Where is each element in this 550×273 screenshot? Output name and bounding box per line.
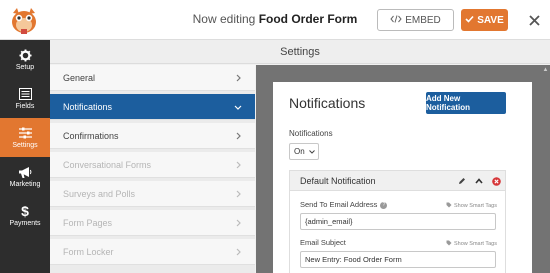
send-to-email-input[interactable]: {admin_email} <box>300 213 496 230</box>
megaphone-icon <box>18 165 32 179</box>
title-prefix: Now editing <box>192 12 256 26</box>
settings-nav-form-locker[interactable]: Form Locker <box>50 239 255 265</box>
embed-button[interactable]: EMBED <box>377 9 454 31</box>
builder-sidebar: Setup Fields Settings Marketing $ Paymen… <box>0 40 50 273</box>
notification-name: Default Notification <box>300 176 376 186</box>
settings-nav: General Notifications Confirmations Conv… <box>50 65 255 273</box>
fields-list-icon <box>18 87 32 101</box>
show-smart-tags-link[interactable]: Show Smart Tags <box>446 240 497 248</box>
notifications-select[interactable]: On <box>289 143 319 160</box>
panel-title: Settings <box>50 40 550 64</box>
sidebar-item-fields[interactable]: Fields <box>0 79 50 118</box>
settings-nav-surveys-and-polls[interactable]: Surveys and Polls <box>50 181 255 207</box>
settings-nav-form-pages[interactable]: Form Pages <box>50 210 255 236</box>
scroll-up-arrow-icon[interactable]: ▲ <box>542 66 549 74</box>
sidebar-item-settings[interactable]: Settings <box>0 118 50 157</box>
nav-label: Notifications <box>63 101 113 112</box>
settings-nav-confirmations[interactable]: Confirmations <box>50 123 255 149</box>
show-smart-tags-link[interactable]: Show Smart Tags <box>446 202 497 210</box>
chevron-up-icon[interactable] <box>474 175 484 187</box>
nav-label: Conversational Forms <box>63 159 152 170</box>
chevron-down-icon <box>233 101 243 113</box>
email-subject-label: Email Subject <box>300 238 346 247</box>
top-bar: Now editing Food Order Form EMBED SAVE <box>0 0 550 40</box>
save-button[interactable]: SAVE <box>461 9 508 31</box>
tag-icon <box>446 202 452 210</box>
notifications-toggle-label: Notifications <box>289 129 333 138</box>
check-icon <box>465 15 474 26</box>
wpforms-logo-icon <box>4 3 44 37</box>
sidebar-label: Settings <box>12 142 38 149</box>
sidebar-item-setup[interactable]: Setup <box>0 40 50 79</box>
sidebar-label: Marketing <box>9 181 41 188</box>
chevron-right-icon <box>233 217 243 229</box>
embed-label: EMBED <box>405 14 441 26</box>
nav-label: Surveys and Polls <box>63 188 136 199</box>
send-to-label-text: Send To Email Address <box>300 200 378 209</box>
sidebar-label: Payments <box>9 220 41 227</box>
nav-label: Form Pages <box>63 217 113 228</box>
chevron-right-icon <box>233 159 243 171</box>
chevron-right-icon <box>233 130 243 142</box>
nav-label: General <box>63 72 96 83</box>
default-notification: Default Notification Send To Email Addre… <box>289 170 506 273</box>
settings-nav-general[interactable]: General <box>50 65 255 91</box>
dollar-icon: $ <box>21 203 29 219</box>
pencil-icon[interactable] <box>457 175 467 187</box>
tag-icon <box>446 240 452 248</box>
chevron-right-icon <box>233 188 243 200</box>
chevron-down-icon <box>308 147 315 156</box>
email-subject-input[interactable]: New Entry: Food Order Form <box>300 251 496 268</box>
send-to-label: Send To Email Address? <box>300 200 388 209</box>
chevron-right-icon <box>233 72 243 84</box>
settings-nav-notifications[interactable]: Notifications <box>50 94 255 120</box>
sliders-icon <box>18 126 32 140</box>
save-label: SAVE <box>477 14 504 26</box>
sidebar-label: Fields <box>15 103 35 110</box>
sidebar-item-payments[interactable]: $ Payments <box>0 196 50 235</box>
select-value: On <box>294 147 305 156</box>
add-new-notification-button[interactable]: Add New Notification <box>426 92 506 114</box>
notifications-panel: Notifications Add New Notification Notif… <box>273 82 532 273</box>
code-icon <box>390 14 402 26</box>
sidebar-label: Setup <box>15 64 35 71</box>
settings-nav-conversational-forms[interactable]: Conversational Forms <box>50 152 255 178</box>
nav-label: Form Locker <box>63 246 114 257</box>
nav-label: Confirmations <box>63 130 119 141</box>
form-name: Food Order Form <box>258 12 358 26</box>
chevron-right-icon <box>233 246 243 258</box>
help-icon[interactable]: ? <box>380 201 388 209</box>
smart-tags-label: Show Smart Tags <box>453 241 497 247</box>
delete-icon[interactable] <box>491 175 501 187</box>
close-icon[interactable] <box>524 10 544 30</box>
notification-header[interactable]: Default Notification <box>290 171 505 191</box>
gear-icon <box>18 48 32 62</box>
notifications-title: Notifications <box>289 95 366 111</box>
sidebar-item-marketing[interactable]: Marketing <box>0 157 50 196</box>
smart-tags-label: Show Smart Tags <box>453 203 497 209</box>
